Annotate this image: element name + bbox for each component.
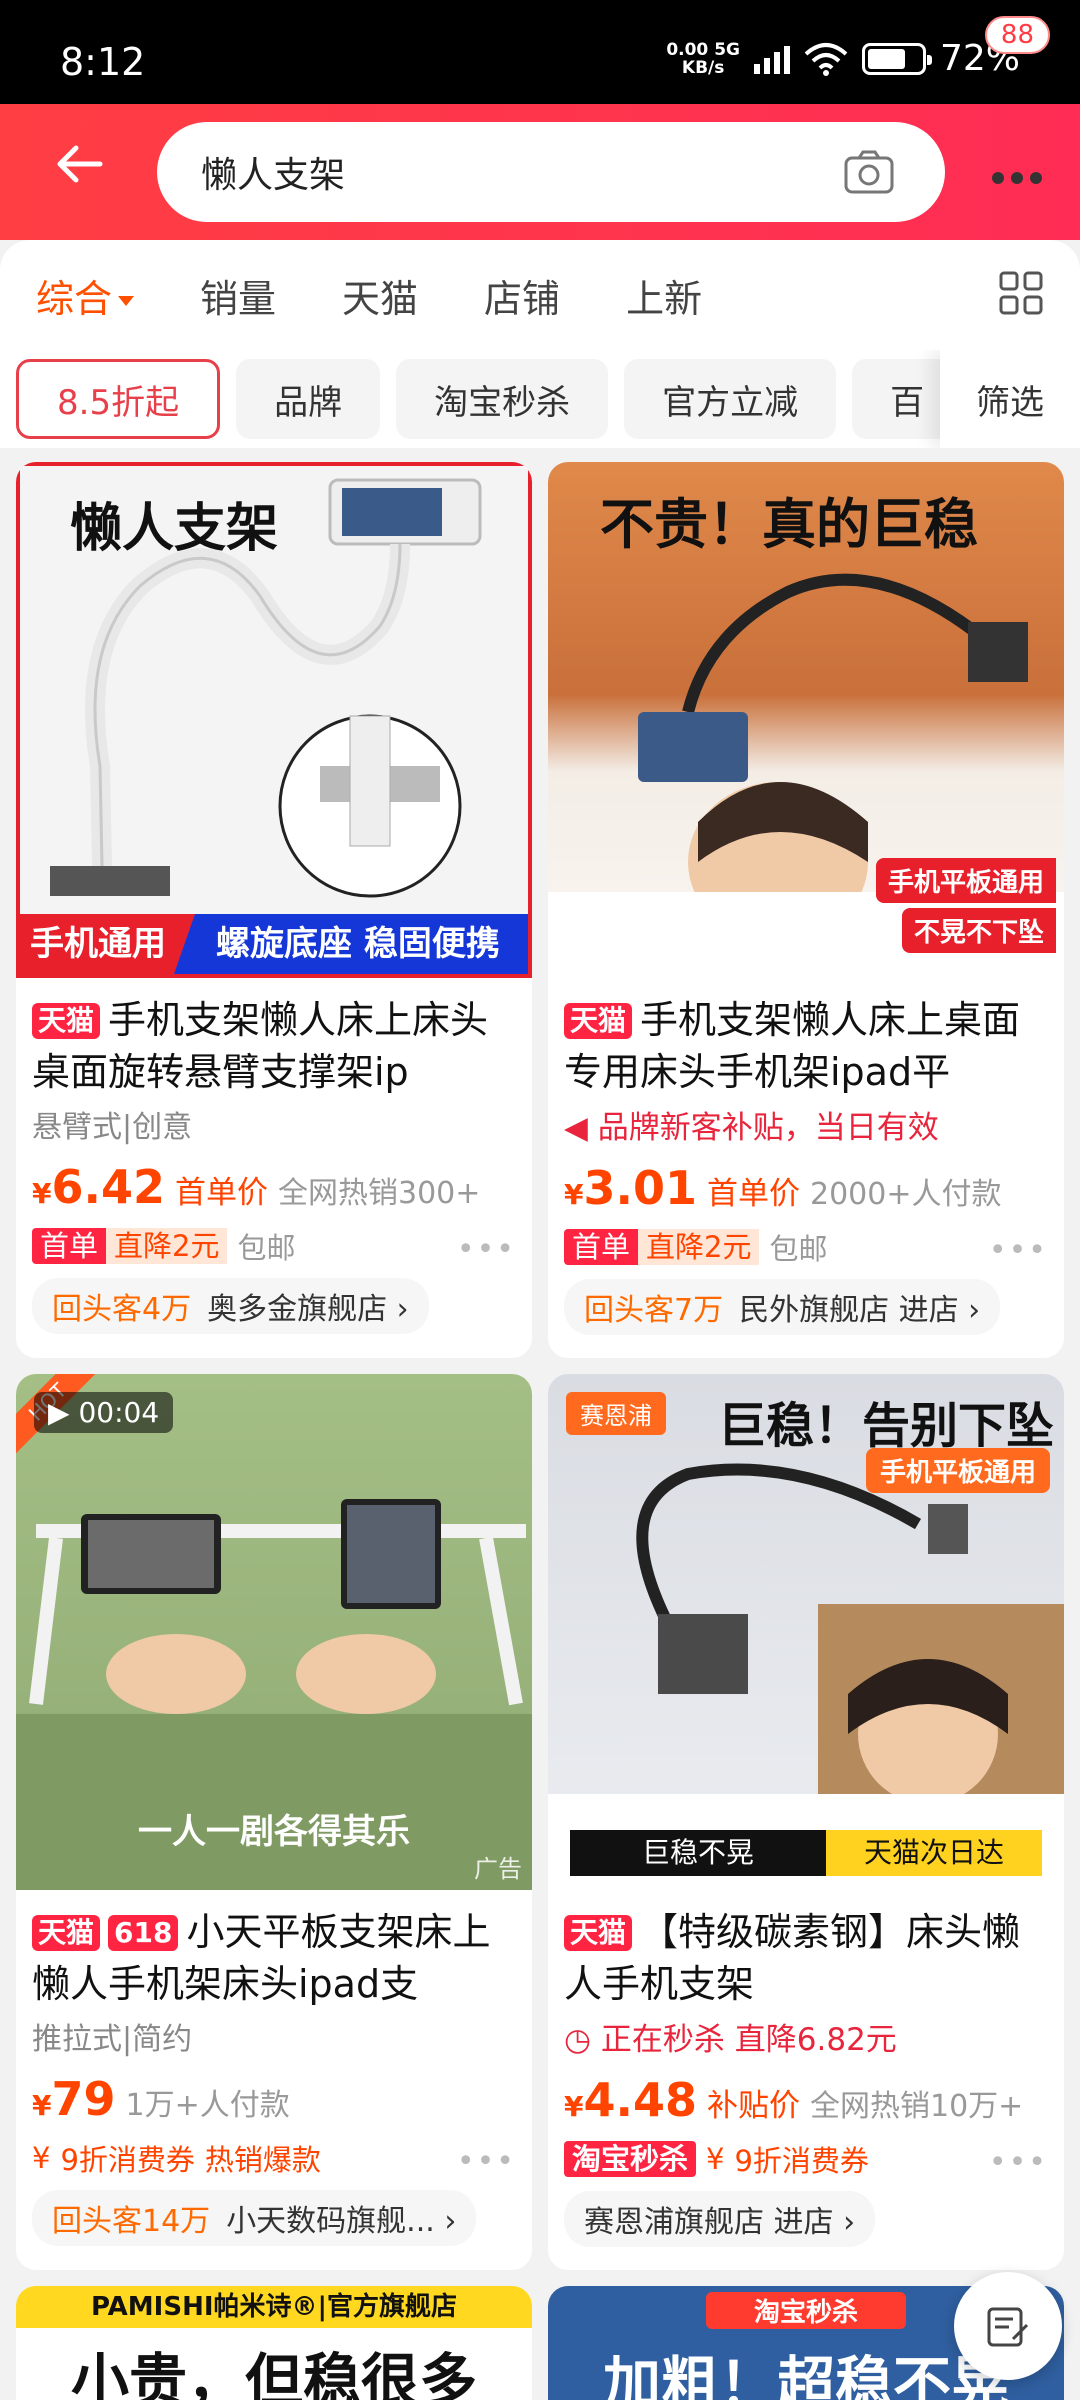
product-attributes: 悬臂式|创意 [32,1110,193,1145]
product-card[interactable]: 不贵！真的巨稳 手机平板通用 不晃不下坠 天猫 手机支架懒人床上桌面专用床头手机架… [548,462,1064,1358]
product-attributes: 推拉式|简约 [32,2022,193,2057]
edit-note-icon [987,2307,1029,2347]
price-row: ¥3.01 首单价 2000+人付款 [564,1161,1002,1215]
play-icon: ▶ [48,1396,70,1429]
camera-icon[interactable] [843,149,895,195]
search-query[interactable]: 懒人支架 [201,146,345,198]
shop-link[interactable]: 回头客14万 小天数码旗舰... › [32,2190,477,2246]
product-title[interactable]: 天猫 手机支架懒人床上桌面专用床头手机架ipad平 [548,994,1064,1098]
price: ¥6.42 [32,1160,165,1214]
network-speed: 0.00 5G KB/s [666,39,740,78]
clock: 8:12 [60,40,146,84]
tab-stores[interactable]: 店铺 [484,268,560,323]
image-badge-left: 手机通用 [20,914,195,974]
product-video[interactable]: HOT ▶ 00:04 一人一剧各得其乐 广告 [16,1374,532,1890]
sort-tabs: 综合 销量 天猫 店铺 上新 [0,240,1080,350]
more-menu-icon[interactable] [980,134,1054,204]
product-card[interactable]: 懒人支架 手机通用 螺旋底座 稳固便携 天猫 手机支架懒人床上床头桌面旋转悬臂支撑… [16,462,532,1358]
feedback-button[interactable] [954,2272,1062,2380]
shop-link[interactable]: 赛恩浦旗舰店 进店 › [564,2191,876,2247]
shop-link[interactable]: 回头客7万 民外旗舰店 进店 › [564,1279,1001,1335]
tab-tmall[interactable]: 天猫 [342,268,418,323]
tab-sales[interactable]: 销量 [200,268,276,323]
product-card[interactable]: 赛恩浦 巨稳！告别下坠 手机平板通用 巨稳不晃 天猫次日达 天猫 【特级碳素钢】床… [548,1374,1064,2270]
price-row: ¥79 1万+人付款 [32,2072,290,2126]
more-dots-icon[interactable]: ••• [989,1233,1048,1268]
filter-button[interactable]: 筛选 [940,350,1080,448]
product-title[interactable]: 天猫 【特级碳素钢】床头懒人手机支架 [548,1906,1064,2010]
tab-comprehensive[interactable]: 综合 [36,268,135,323]
promo-tags: ¥9折消费券 热销爆款 ••• [32,2141,516,2179]
product-image[interactable]: 懒人支架 手机通用 螺旋底座 稳固便携 [16,462,532,978]
promo-tags: 首单 直降2元 包邮 ••• [16,1224,532,1268]
price-row: ¥6.42 首单价 全网热销300+ [32,1160,481,1214]
wifi-icon [804,42,848,76]
chip-brand[interactable]: 品牌 [236,359,381,439]
chip-flash-sale[interactable]: 淘宝秒杀 [396,359,609,439]
more-dots-icon[interactable]: ••• [457,1232,516,1267]
grid-view-icon[interactable] [998,270,1044,316]
search-box[interactable]: 懒人支架 [157,122,945,222]
video-duration: ▶ 00:04 [34,1392,174,1433]
product-title[interactable]: 天猫 手机支架懒人床上床头桌面旋转悬臂支撑架ip [16,994,532,1098]
video-caption: 一人一剧各得其乐 [138,1812,410,1852]
search-header: 懒人支架 [0,104,1080,240]
more-dots-icon[interactable]: ••• [457,2144,516,2179]
shop-link[interactable]: 回头客4万 奥多金旗舰店 › [32,1278,429,1334]
results-panel: 综合 销量 天猫 店铺 上新 8.5折起 品牌 淘宝秒杀 官方立减 百 筛选 懒… [0,240,1080,2400]
more-dots-icon[interactable]: ••• [989,2145,1048,2180]
cart-badge: 88 [984,16,1050,54]
product-title[interactable]: 天猫 618 小天平板支架床上懒人手机架床头ipad支 [16,1906,532,2010]
product-image[interactable]: 不贵！真的巨稳 手机平板通用 不晃不下坠 [548,462,1064,978]
chip-discount[interactable]: 8.5折起 [16,359,221,439]
battery-icon [861,42,932,75]
chip-official-discount[interactable]: 官方立减 [624,359,837,439]
product-card[interactable]: PAMISHI帕米诗®|官方旗舰店 小贵，但稳很多 [16,2286,532,2400]
tab-new[interactable]: 上新 [626,268,702,323]
caret-down-icon [118,296,135,306]
tmall-tag: 天猫 [32,1003,101,1039]
stand-illustration [50,478,482,898]
product-image[interactable]: 赛恩浦 巨稳！告别下坠 手机平板通用 巨稳不晃 天猫次日达 [548,1374,1064,1890]
status-bar: 8:12 0.00 5G KB/s 72% [0,0,1080,104]
filter-chips: 8.5折起 品牌 淘宝秒杀 官方立减 百 筛选 [0,350,1080,448]
back-arrow-icon[interactable] [50,134,110,194]
coupon-icon: ¥ [32,2141,51,2175]
stand-illustration [548,1463,1064,1890]
flash-sale-info: ◷ 正在秒杀 直降6.82元 [564,2022,897,2058]
product-card[interactable]: HOT ▶ 00:04 一人一剧各得其乐 广告 天猫618小天平板支架床上懒人手… [16,1374,532,2270]
subsidy-promo: ◀ 品牌新客补贴，当日有效 [564,1110,939,1146]
image-badge-right: 螺旋底座 稳固便携 [216,924,500,964]
price-row: ¥4.48 补贴价 全网热销10万+ [564,2073,1024,2127]
signal-icon [753,44,790,74]
618-tag: 618 [108,1915,179,1951]
promo-tags: 首单 直降2元 包邮 ••• [548,1225,1064,1269]
clock-icon: ◷ [564,2022,592,2058]
ad-label: 广告 [474,1855,522,1883]
tmall-tag: 天猫 [564,1003,633,1039]
promo-tags: 淘宝秒杀 ¥9折消费券 ••• [548,2137,1064,2181]
speaker-icon: ◀ [564,1110,588,1146]
